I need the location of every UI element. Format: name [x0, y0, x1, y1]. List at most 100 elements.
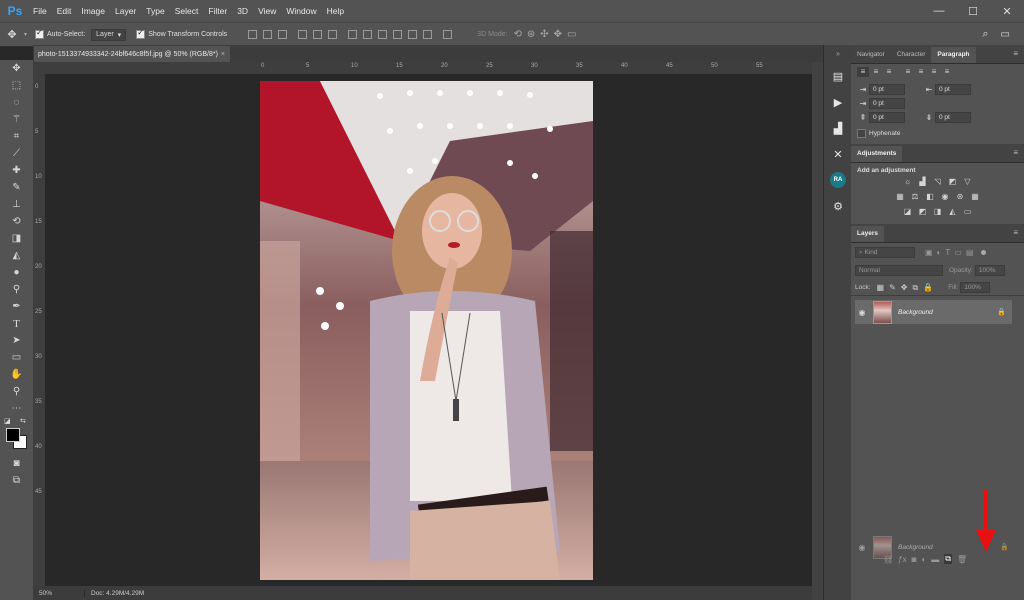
histogram-icon[interactable]: ▟: [824, 115, 852, 141]
history-brush-tool-icon[interactable]: ⟲: [0, 213, 33, 230]
align-left-icon[interactable]: [298, 30, 308, 39]
selective-color-icon[interactable]: ◭: [947, 207, 959, 217]
hue-saturation-icon[interactable]: ▦: [894, 192, 906, 202]
menu-layer[interactable]: Layer: [110, 6, 141, 16]
exposure-icon[interactable]: ◩: [947, 177, 959, 187]
space-after-field[interactable]: 0 pt: [935, 112, 971, 123]
pen-tool-icon[interactable]: ✒: [0, 298, 33, 315]
distribute-hcenter-icon[interactable]: [408, 30, 418, 39]
clone-stamp-tool-icon[interactable]: ⊥: [0, 196, 33, 213]
tab-character[interactable]: Character: [891, 47, 932, 63]
invert-icon[interactable]: ◪: [902, 207, 914, 217]
close-window-button[interactable]: ✕: [990, 5, 1024, 18]
layer-style-icon[interactable]: ƒx: [898, 555, 906, 564]
auto-align-icon[interactable]: [443, 30, 453, 39]
blend-mode-dropdown[interactable]: Normal: [855, 265, 943, 276]
history-panel-icon[interactable]: ▤: [824, 63, 852, 89]
justify-last-center-icon[interactable]: ≡: [915, 67, 927, 77]
tab-adjustments[interactable]: Adjustments: [851, 146, 903, 162]
menu-help[interactable]: Help: [322, 6, 349, 16]
panel-menu-icon[interactable]: ≡: [1013, 228, 1018, 237]
black-white-icon[interactable]: ◧: [924, 192, 936, 202]
align-top-icon[interactable]: [248, 30, 258, 39]
distribute-right-icon[interactable]: [423, 30, 433, 39]
gradient-map-icon[interactable]: ▭: [962, 207, 974, 217]
curves-icon[interactable]: ◹: [932, 177, 944, 187]
panel-menu-icon[interactable]: ≡: [1013, 49, 1018, 58]
opacity-field[interactable]: 100%: [974, 265, 1005, 276]
blur-tool-icon[interactable]: ●: [0, 264, 33, 281]
distribute-left-icon[interactable]: [393, 30, 403, 39]
show-transform-checkbox[interactable]: Show Transform Controls: [136, 28, 227, 39]
lock-icons[interactable]: ▦✎✥⧉🔒: [877, 283, 939, 293]
tool-preset-chevron-icon[interactable]: ▾: [24, 31, 27, 38]
move-tool-icon[interactable]: ✥: [0, 60, 33, 77]
distribute-bottom-icon[interactable]: [378, 30, 388, 39]
layer-row-background[interactable]: ◉ Background 🔒: [855, 300, 1012, 324]
hand-tool-icon[interactable]: ✋: [0, 366, 33, 383]
minimize-button[interactable]: —: [922, 5, 956, 17]
dodge-tool-icon[interactable]: ⚲: [0, 281, 33, 298]
delete-layer-icon[interactable]: 🗑: [957, 555, 967, 564]
magic-wand-tool-icon[interactable]: ⚚: [0, 111, 33, 128]
space-before-field[interactable]: 0 pt: [869, 112, 905, 123]
tools-cross-icon[interactable]: ✕: [824, 141, 852, 167]
menu-edit[interactable]: Edit: [52, 6, 77, 16]
collapse-panels-icon[interactable]: »: [824, 45, 852, 63]
maximize-button[interactable]: ☐: [956, 5, 990, 18]
crop-tool-icon[interactable]: ⌗: [0, 128, 33, 145]
new-group-icon[interactable]: ▬: [931, 555, 939, 564]
align-right-icon[interactable]: [328, 30, 338, 39]
new-adjustment-layer-icon[interactable]: ◐: [921, 555, 926, 564]
3d-mode-icons[interactable]: ⟲⊛✣✥▭: [514, 29, 582, 40]
brush-tool-icon[interactable]: ✎: [0, 179, 33, 196]
properties-panel-icon[interactable]: ⚙: [824, 193, 852, 219]
brightness-contrast-icon[interactable]: ☼: [902, 177, 914, 187]
workspace-icon[interactable]: ▭: [1001, 29, 1010, 40]
auto-select-checkbox[interactable]: Auto-Select:: [35, 28, 85, 39]
eyedropper-tool-icon[interactable]: ⟋: [0, 145, 33, 162]
tab-layers[interactable]: Layers: [851, 226, 884, 242]
quick-mask-icon[interactable]: ◙: [0, 455, 33, 472]
align-bottom-icon[interactable]: [278, 30, 288, 39]
lasso-tool-icon[interactable]: ◌: [0, 94, 33, 111]
indent-right-field[interactable]: 0 pt: [935, 84, 971, 95]
align-hcenter-icon[interactable]: [313, 30, 323, 39]
menu-filter[interactable]: Filter: [203, 6, 232, 16]
photo-filter-icon[interactable]: ◉: [939, 192, 951, 202]
actions-play-icon[interactable]: ▶: [824, 89, 852, 115]
eraser-tool-icon[interactable]: ◨: [0, 230, 33, 247]
fill-field[interactable]: 100%: [960, 282, 991, 293]
zoom-tool-icon[interactable]: ⚲: [0, 383, 33, 400]
menu-select[interactable]: Select: [170, 6, 204, 16]
justify-last-left-icon[interactable]: ≡: [902, 67, 914, 77]
healing-brush-tool-icon[interactable]: ✚: [0, 162, 33, 179]
marquee-tool-icon[interactable]: ⬚: [0, 77, 33, 94]
screen-mode-icon[interactable]: ⧉: [0, 472, 33, 489]
menu-image[interactable]: Image: [76, 6, 110, 16]
distribute-vcenter-icon[interactable]: [363, 30, 373, 39]
tab-paragraph[interactable]: Paragraph: [931, 47, 976, 63]
tab-navigator[interactable]: Navigator: [851, 47, 891, 63]
menu-3d[interactable]: 3D: [232, 6, 253, 16]
document-tab[interactable]: photo-1513374933342-24bf646c8f5f.jpg @ 5…: [34, 46, 230, 62]
color-balance-icon[interactable]: ⚖: [909, 192, 921, 202]
add-mask-icon[interactable]: ◙: [912, 555, 917, 564]
menu-file[interactable]: File: [28, 6, 52, 16]
threshold-icon[interactable]: ◨: [932, 207, 944, 217]
swap-colors-icon[interactable]: ⇆: [20, 417, 26, 425]
levels-icon[interactable]: ▟: [917, 177, 929, 187]
indent-left-field[interactable]: 0 pt: [869, 84, 905, 95]
color-lookup-icon[interactable]: ▦: [969, 192, 981, 202]
visibility-eye-icon[interactable]: ◉: [855, 308, 869, 317]
search-icon[interactable]: ⌕: [982, 28, 988, 41]
ra-plugin-icon[interactable]: RA: [824, 167, 852, 193]
distribute-top-icon[interactable]: [348, 30, 358, 39]
more-tools-icon[interactable]: ⋯: [0, 400, 33, 417]
path-selection-tool-icon[interactable]: ➤: [0, 332, 33, 349]
default-colors-icon[interactable]: ◪: [4, 417, 11, 425]
auto-select-dropdown[interactable]: Layer ▾: [91, 28, 127, 41]
link-layers-icon[interactable]: ⛓: [883, 555, 893, 564]
align-right-text-icon[interactable]: ≡: [883, 67, 895, 77]
justify-all-icon[interactable]: ≡: [941, 67, 953, 77]
